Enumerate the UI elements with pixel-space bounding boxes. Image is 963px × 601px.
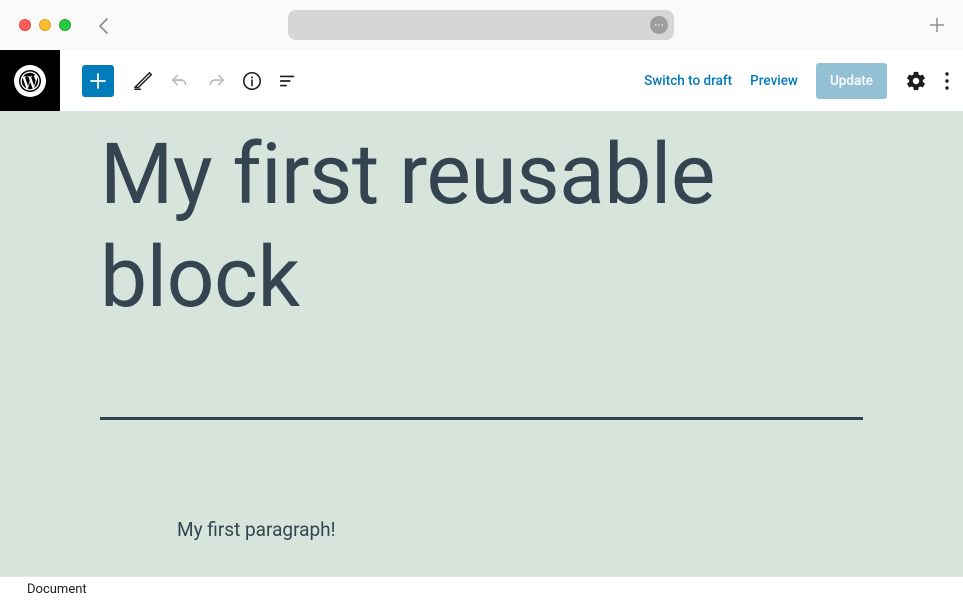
breadcrumb-bar: Document [0,576,963,601]
separator-block[interactable] [100,417,863,420]
back-button[interactable] [99,18,109,34]
breadcrumb-root[interactable]: Document [27,582,87,597]
close-window-button[interactable] [19,19,31,31]
more-options-button[interactable] [945,72,949,90]
preview-button[interactable]: Preview [750,73,798,89]
pencil-icon [133,70,155,92]
plus-icon [87,70,109,92]
add-block-button[interactable] [82,65,114,97]
undo-button[interactable] [168,69,192,93]
list-view-icon [277,70,299,92]
redo-button[interactable] [204,69,228,93]
tools-button[interactable] [132,69,156,93]
kebab-icon [945,72,949,90]
details-button[interactable] [240,69,264,93]
list-view-button[interactable] [276,69,300,93]
ellipsis-glyph: ··· [654,19,663,31]
maximize-window-button[interactable] [59,19,71,31]
window-titlebar: ··· [0,0,963,50]
editor-toolbar: Switch to draft Preview Update [0,50,963,111]
redo-icon [205,70,227,92]
chevron-left-icon [99,18,109,34]
gear-icon [905,70,927,92]
update-button[interactable]: Update [816,63,887,99]
address-bar[interactable]: ··· [288,10,674,40]
post-title-input[interactable]: My first reusable block [100,123,863,330]
editor-canvas[interactable]: My first reusable block My first paragra… [0,111,963,576]
paragraph-block[interactable]: My first paragraph! [177,518,336,541]
ellipsis-icon: ··· [650,16,668,34]
switch-to-draft-button[interactable]: Switch to draft [644,73,732,89]
wp-logo-button[interactable] [0,50,60,111]
toolbar-right-group: Switch to draft Preview Update [644,63,949,99]
new-tab-button[interactable] [930,18,944,32]
plus-icon [930,18,944,32]
wordpress-logo-icon [14,65,46,97]
minimize-window-button[interactable] [39,19,51,31]
settings-button[interactable] [905,70,927,92]
traffic-lights [19,19,71,31]
undo-icon [169,70,191,92]
info-icon [241,70,263,92]
toolbar-left-group [82,65,300,97]
